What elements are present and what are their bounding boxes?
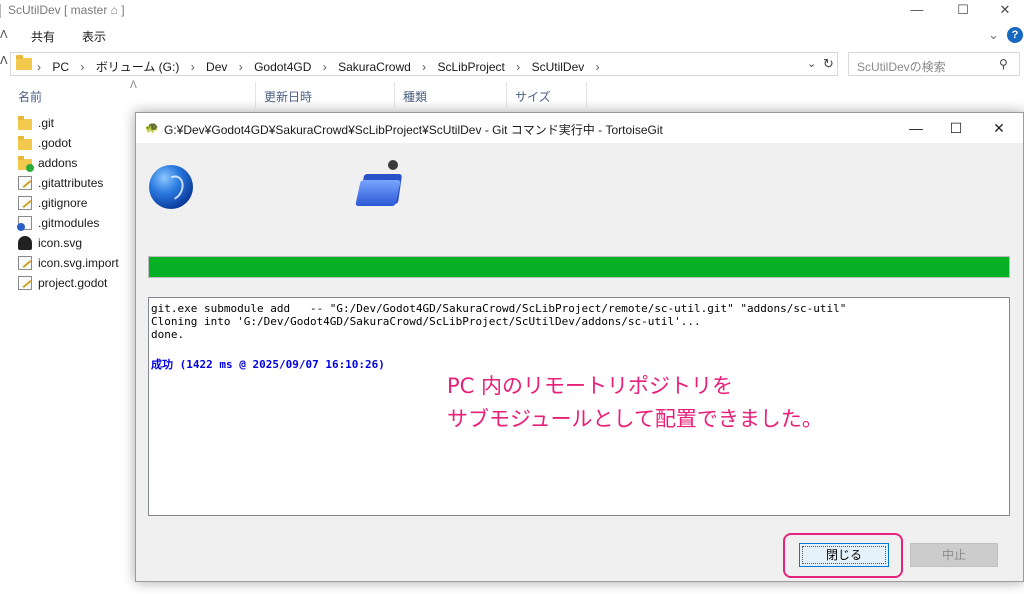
text-file-icon xyxy=(18,196,32,210)
file-row[interactable]: .gitattributes xyxy=(18,173,119,193)
dialog-close-x-button[interactable]: ✕ xyxy=(981,117,1017,139)
file-list: .git .godot addons .gitattributes .gitig… xyxy=(17,113,119,293)
file-row[interactable]: addons xyxy=(18,153,119,173)
file-row[interactable]: project.godot xyxy=(18,273,119,293)
explorer-title-bar: ScUtilDev [ master ⌂ ] — ☐ ✕ xyxy=(0,0,1024,22)
file-name: .gitmodules xyxy=(38,216,100,230)
file-row[interactable]: .godot xyxy=(18,133,119,153)
close-window-button[interactable]: ✕ xyxy=(982,0,1024,22)
file-name: icon.svg xyxy=(38,236,83,250)
progress-bar xyxy=(148,256,1010,278)
log-line: Cloning into 'G:/Dev/Godot4GD/SakuraCrow… xyxy=(151,315,701,328)
globe-icon xyxy=(149,165,193,209)
annotation-line: PC 内のリモートリポジトリを xyxy=(447,374,734,398)
breadcrumb-separator: › xyxy=(238,60,243,74)
column-size[interactable]: サイズ xyxy=(515,88,551,105)
help-icon[interactable]: ? xyxy=(1007,27,1023,43)
breadcrumb-sclibproject[interactable]: ScLibProject xyxy=(438,60,505,74)
tab-share[interactable]: 共有 xyxy=(31,28,55,45)
breadcrumb-separator: › xyxy=(37,60,41,74)
maximize-button[interactable]: ☐ xyxy=(940,0,986,22)
sort-caret-icon: ᐱ xyxy=(130,80,137,91)
file-name: .git xyxy=(38,116,55,130)
modified-file-icon xyxy=(17,216,32,231)
text-file-icon xyxy=(18,256,32,270)
dialog-title: G:¥Dev¥Godot4GD¥SakuraCrowd¥ScLibProject… xyxy=(164,123,663,137)
breadcrumb-godot4gd[interactable]: Godot4GD xyxy=(254,60,311,74)
breadcrumb-pc[interactable]: PC xyxy=(52,60,69,74)
file-name: .gitattributes xyxy=(38,176,104,190)
search-box[interactable]: ScUtilDevの検索 ⚲ xyxy=(848,52,1020,76)
svg-file-icon xyxy=(18,236,32,250)
tortoisegit-icon: 🐢 xyxy=(145,122,159,134)
title-divider xyxy=(0,4,1,18)
file-name: .gitignore xyxy=(38,196,88,210)
explorer-window-title: ScUtilDev [ master ⌂ ] xyxy=(8,3,125,17)
column-divider[interactable] xyxy=(586,82,587,108)
column-modified[interactable]: 更新日時 xyxy=(264,88,312,105)
output-log[interactable]: git.exe submodule add -- "G:/Dev/Godot4G… xyxy=(148,297,1010,516)
column-name[interactable]: 名前 xyxy=(18,88,42,105)
breadcrumb-separator: › xyxy=(322,60,327,74)
ribbon: ᐱ 共有 表示 ⌄ ? xyxy=(0,24,1024,46)
chevron-down-icon[interactable]: ⌄ xyxy=(988,27,999,43)
file-row[interactable]: .gitignore xyxy=(18,193,119,213)
file-name: project.godot xyxy=(38,276,108,290)
column-divider[interactable] xyxy=(506,82,507,108)
breadcrumb-scutildev[interactable]: ScUtilDev xyxy=(532,60,585,74)
address-bar[interactable]: › PC › ボリューム (G:) › Dev › Godot4GD › Sak… xyxy=(10,52,838,76)
up-arrow-icon[interactable]: ᐱ xyxy=(0,54,8,67)
abort-button[interactable]: 中止 xyxy=(910,543,998,567)
folder-ok-icon xyxy=(18,155,34,172)
folder-icon xyxy=(18,115,32,130)
address-dropdown-icon[interactable]: ⌄ xyxy=(807,57,816,70)
breadcrumb-dev[interactable]: Dev xyxy=(206,60,227,74)
minimize-button[interactable]: — xyxy=(894,0,940,22)
breadcrumb-volume[interactable]: ボリューム (G:) xyxy=(96,60,180,74)
breadcrumb-separator: › xyxy=(516,60,521,74)
file-row[interactable]: .git xyxy=(18,113,119,133)
dialog-maximize-button[interactable]: ☐ xyxy=(938,117,974,139)
blue-folder-icon xyxy=(355,160,404,206)
file-name: icon.svg.import xyxy=(38,256,119,270)
ribbon-caret-icon[interactable]: ᐱ xyxy=(0,28,8,41)
text-file-icon xyxy=(18,276,32,290)
tortoisegit-progress-dialog: 🐢 G:¥Dev¥Godot4GD¥SakuraCrowd¥ScLibProje… xyxy=(135,112,1024,582)
column-divider[interactable] xyxy=(394,82,395,108)
breadcrumb-separator: › xyxy=(595,60,600,74)
dialog-title-bar: 🐢 G:¥Dev¥Godot4GD¥SakuraCrowd¥ScLibProje… xyxy=(136,113,1023,143)
column-type[interactable]: 種類 xyxy=(403,88,427,105)
success-line: 成功 (1422 ms @ 2025/09/07 16:10:26) xyxy=(151,358,385,371)
search-icon[interactable]: ⚲ xyxy=(999,57,1008,71)
log-line: git.exe submodule add -- "G:/Dev/Godot4G… xyxy=(151,302,847,315)
breadcrumb-separator: › xyxy=(422,60,427,74)
folder-icon xyxy=(18,135,32,150)
log-line: done. xyxy=(151,328,185,341)
file-row[interactable]: icon.svg.import xyxy=(18,253,119,273)
annotation-line: サブモジュールとして配置できました。 xyxy=(447,407,823,431)
breadcrumb: › PC › ボリューム (G:) › Dev › Godot4GD › Sak… xyxy=(37,58,608,75)
refresh-icon[interactable]: ↻ xyxy=(823,56,834,72)
search-input[interactable]: ScUtilDevの検索 xyxy=(857,58,946,75)
tab-view[interactable]: 表示 xyxy=(82,28,106,45)
breadcrumb-sakuracrowd[interactable]: SakuraCrowd xyxy=(338,60,411,74)
column-divider[interactable] xyxy=(255,82,256,108)
breadcrumb-separator: › xyxy=(80,60,85,74)
folder-icon xyxy=(16,55,32,70)
text-file-icon xyxy=(18,176,32,190)
file-name: .godot xyxy=(38,136,72,150)
dialog-minimize-button[interactable]: — xyxy=(898,117,934,139)
file-row[interactable]: icon.svg xyxy=(18,233,119,253)
file-row[interactable]: .gitmodules xyxy=(17,213,119,233)
file-name: addons xyxy=(38,156,78,170)
breadcrumb-separator: › xyxy=(190,60,195,74)
close-button[interactable]: 閉じる xyxy=(799,543,889,567)
